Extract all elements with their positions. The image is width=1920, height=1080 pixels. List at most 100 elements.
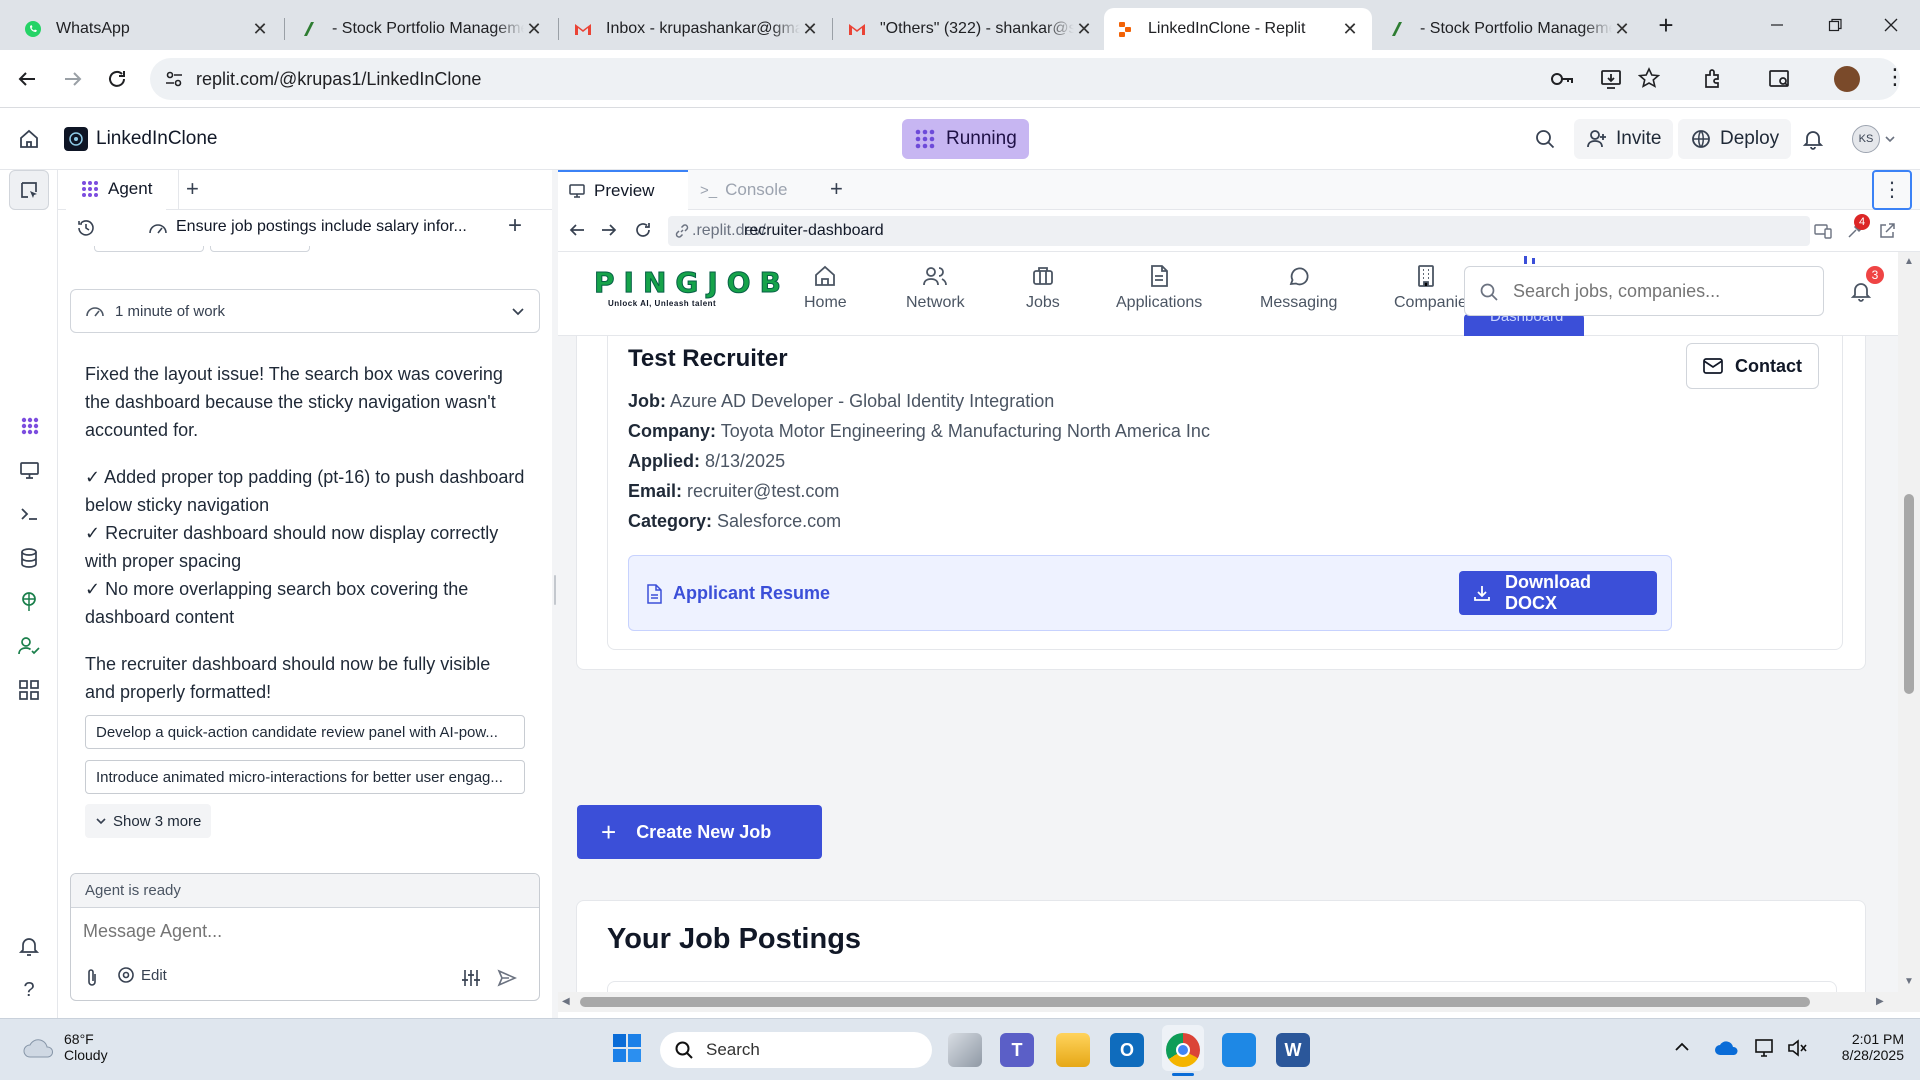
browser-tab-active[interactable]: LinkedInClone - Replit ✕ [1104,8,1372,50]
history-icon[interactable] [76,218,96,238]
nav-network[interactable]: Network [906,264,965,312]
horizontal-scrollbar-thumb[interactable] [580,997,1810,1007]
agent-tab[interactable]: Agent [66,170,167,210]
new-task-plus-icon[interactable]: + [508,212,522,240]
tab-close-icon[interactable]: ✕ [800,19,820,40]
new-tab-plus-icon[interactable]: + [1652,12,1680,40]
notifications-bell-icon[interactable] [1802,128,1824,150]
install-app-icon[interactable] [1600,68,1622,90]
new-tab-plus-icon[interactable]: + [186,176,199,202]
create-new-job-button[interactable]: + Create New Job [577,805,822,859]
search-icon[interactable] [1534,128,1556,150]
suggestion-chip[interactable]: Introduce animated micro-interactions fo… [85,760,525,794]
database-icon[interactable] [17,546,41,570]
onedrive-cloud-icon[interactable] [1714,1039,1740,1057]
profile-avatar[interactable] [1834,66,1860,92]
chevron-up-icon[interactable] [1674,1041,1690,1053]
site-info-icon[interactable] [164,69,184,89]
alerts-bell-icon[interactable] [17,934,41,958]
preview-reload-icon[interactable] [634,221,652,239]
invite-button[interactable]: Invite [1574,119,1674,159]
tab-close-icon[interactable]: ✕ [524,19,544,40]
edit-mode-button[interactable]: Edit [117,966,167,984]
task-title[interactable]: Ensure job postings include salary infor… [176,218,467,236]
scroll-left-arrow-icon[interactable]: ◀ [562,996,570,1007]
home-icon[interactable] [18,128,40,150]
rail-active-tool[interactable] [9,170,49,210]
reload-icon[interactable] [106,68,128,90]
chrome-icon[interactable] [1166,1033,1200,1067]
suggestion-chip[interactable]: Develop a quick-action candidate review … [85,715,525,749]
tab-close-icon[interactable]: ✕ [1074,19,1094,40]
scroll-down-arrow-icon[interactable]: ▼ [1904,976,1914,987]
network-display-icon[interactable] [1754,1037,1776,1059]
notepad-icon[interactable] [1222,1033,1256,1067]
taskbar-search[interactable]: Search [660,1032,932,1068]
send-arrow-icon[interactable] [497,968,517,988]
nav-applications[interactable]: Applications [1116,264,1202,312]
system-clock[interactable]: 2:01 PM 8/28/2025 [1818,1031,1904,1063]
preview-forward-icon[interactable] [600,221,618,239]
minimize-icon[interactable] [1748,0,1806,50]
teams-icon[interactable]: T [1000,1033,1034,1067]
contact-button[interactable]: Contact [1686,343,1819,389]
site-search-input[interactable] [1513,275,1813,307]
tab-console[interactable]: >_ Console [690,170,820,210]
volume-muted-icon[interactable] [1786,1037,1808,1059]
nav-jobs[interactable]: Jobs [1026,264,1060,312]
pingjob-logo[interactable]: PINGJOB Unlock AI, Unleash talent [594,266,790,309]
back-arrow-icon[interactable] [16,68,38,90]
nav-messaging[interactable]: Messaging [1260,264,1337,312]
browser-tab[interactable]: - Stock Portfolio Manageme ✕ [288,8,556,50]
extensions-puzzle-icon[interactable] [1702,68,1724,90]
weather-widget[interactable]: 68°F Cloudy [22,1031,108,1063]
user-check-icon[interactable] [17,634,41,658]
show-more-button[interactable]: Show 3 more [85,804,212,838]
shell-terminal-icon[interactable] [17,502,41,526]
scrollbar-thumb[interactable] [1904,494,1914,694]
nav-companies[interactable]: Companie [1394,264,1464,312]
browser-tab[interactable]: "Others" (322) - shankar@s ✕ [836,8,1106,50]
devices-icon[interactable] [1814,222,1832,240]
word-icon[interactable]: W [1276,1033,1310,1067]
open-new-window-icon[interactable] [1878,222,1896,240]
deploy-button[interactable]: Deploy [1678,119,1792,159]
horizontal-scrollbar[interactable]: ◀ ▶ [558,992,1920,1012]
browser-tab[interactable]: WhatsApp ✕ [12,8,282,50]
restore-icon[interactable] [1806,0,1864,50]
vertical-scrollbar[interactable]: ▲ ▼ [1898,252,1920,992]
site-search-box[interactable] [1464,266,1824,316]
nav-home[interactable]: Home [804,264,847,312]
preview-monitor-icon[interactable] [17,458,41,482]
password-key-icon[interactable] [1550,69,1574,89]
omnibox[interactable]: replit.com/@krupas1/LinkedInClone [150,58,1900,100]
sliders-settings-icon[interactable] [461,968,481,988]
file-explorer-icon[interactable] [1056,1033,1090,1067]
work-summary-collapsible[interactable]: 1 minute of work [70,289,540,333]
message-agent-input[interactable] [71,908,539,954]
outlook-icon[interactable]: O [1110,1033,1144,1067]
browser-tab[interactable]: - Stock Portfolio Manageme ✕ [1376,8,1644,50]
scroll-up-arrow-icon[interactable]: ▲ [1904,256,1914,267]
tab-close-icon[interactable]: ✕ [1340,19,1360,40]
all-tools-grid-icon[interactable] [17,678,41,702]
bookmark-star-icon[interactable] [1638,67,1660,89]
deployments-icon[interactable] [17,590,41,614]
close-window-icon[interactable] [1862,0,1920,50]
site-notifications-bell-icon[interactable] [1850,280,1872,302]
tab-close-icon[interactable]: ✕ [1612,19,1632,40]
preview-url-field[interactable]: .replit.dev/ recruiter-dashboard [668,216,1810,246]
browser-tab[interactable]: Inbox - krupashankar@gma ✕ [562,8,832,50]
attach-paperclip-icon[interactable] [83,968,101,988]
agent-rail-icon[interactable] [17,414,41,438]
user-menu[interactable]: KS [1852,125,1896,153]
tab-search-icon[interactable] [1768,68,1792,90]
windows-start-icon[interactable] [612,1033,642,1063]
new-tab-plus-icon[interactable]: + [830,176,843,202]
run-status-button[interactable]: Running [902,119,1029,159]
forward-arrow-icon[interactable] [62,68,84,90]
preview-back-icon[interactable] [568,221,586,239]
help-question-icon[interactable]: ? [17,978,41,1002]
project-name[interactable]: LinkedInClone [96,128,217,150]
task-view-icon[interactable] [948,1033,982,1067]
